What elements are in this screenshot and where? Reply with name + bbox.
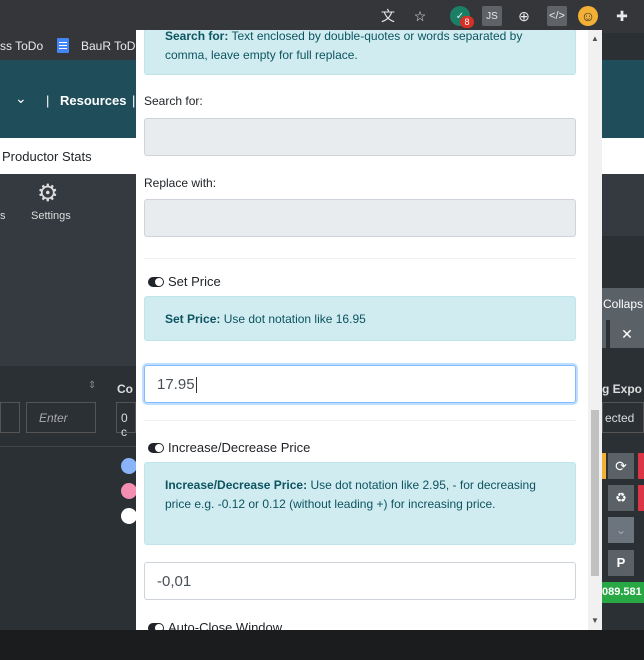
- document-icon: [57, 38, 69, 53]
- set-price-toggle-row[interactable]: Set Price: [148, 274, 221, 289]
- button-edge: [638, 485, 644, 511]
- translate-icon[interactable]: 文: [378, 6, 398, 26]
- replace-input[interactable]: [144, 199, 576, 237]
- page-footer-shadow: [0, 630, 644, 660]
- app-toolbar-right: [602, 174, 644, 236]
- settings-label[interactable]: Settings: [31, 210, 71, 222]
- increase-price-toggle-row[interactable]: Increase/Decrease Price: [148, 440, 310, 455]
- background-app-right: Collaps ✕ g Expo ected ⟳ ♻ ⌄ P 089.581: [602, 33, 644, 660]
- recycle-icon[interactable]: ♻: [608, 485, 634, 511]
- bookmark-item[interactable]: BauR ToDo: [81, 39, 142, 53]
- nav-separator: |: [132, 93, 136, 108]
- toolbar-partial-label: s: [0, 210, 6, 222]
- set-price-value: 17.95: [157, 376, 195, 393]
- code-extension-icon[interactable]: </>: [547, 6, 567, 26]
- column-header: Co: [117, 382, 133, 396]
- app-toolbar: s ⚙ Settings: [0, 174, 136, 236]
- active-extension-icon[interactable]: ☺: [578, 6, 598, 26]
- app-subnav-right: [602, 138, 644, 174]
- set-price-info-text: Use dot notation like 16.95: [220, 312, 366, 326]
- replace-label: Replace with:: [144, 176, 217, 190]
- scroll-up-arrow-icon[interactable]: ▲: [588, 32, 602, 46]
- bookmark-item[interactable]: ss ToDo: [0, 39, 43, 53]
- app-body: ⇕ Co Enter 0 c: [0, 236, 137, 660]
- toggle-switch-icon[interactable]: [148, 442, 164, 453]
- app-subnav: Productor Stats: [0, 138, 136, 174]
- divider: [144, 420, 576, 421]
- toggle-switch-icon[interactable]: [148, 622, 164, 630]
- bookmarks-bar: ss ToDo BauR ToDo: [0, 33, 142, 60]
- filter-select[interactable]: [0, 402, 20, 433]
- chevron-down-icon[interactable]: ⌄: [608, 517, 634, 543]
- auto-close-toggle-label: Auto-Close Window: [168, 620, 283, 630]
- status-dot-blue: [121, 458, 137, 474]
- globe-extension-icon[interactable]: ⊕: [514, 6, 534, 26]
- sort-icon[interactable]: ⇕: [88, 380, 96, 391]
- increase-price-value: -0,01: [157, 573, 192, 590]
- app-navbar-right: [602, 60, 644, 138]
- export-label: g Expo: [602, 382, 643, 396]
- bulk-edit-popup: Search for: Text enclosed by double-quot…: [136, 30, 602, 630]
- app-navbar: ⌄ | Resources |: [0, 60, 136, 138]
- set-price-info-title: Set Price:: [165, 312, 221, 326]
- table-header-area: [0, 236, 136, 366]
- set-price-toggle-label: Set Price: [168, 274, 221, 289]
- nav-resources-link[interactable]: Resources: [60, 93, 126, 108]
- scrollbar-thumb[interactable]: [591, 410, 599, 576]
- scroll-down-arrow-icon[interactable]: ▼: [588, 614, 602, 628]
- puzzle-icon[interactable]: ✚: [612, 6, 632, 26]
- gear-icon[interactable]: ⚙: [37, 182, 59, 206]
- button-edge: [602, 453, 606, 479]
- extension-badge: 8: [460, 16, 474, 28]
- set-price-input[interactable]: 17.95: [144, 365, 576, 403]
- compress-icon[interactable]: ✕: [610, 320, 644, 348]
- value-badge: 089.581: [602, 582, 644, 603]
- selected-dropdown[interactable]: ected: [602, 402, 644, 433]
- search-label: Search for:: [144, 94, 203, 108]
- auto-close-toggle-row[interactable]: Auto-Close Window: [148, 620, 282, 630]
- text-cursor: [195, 377, 197, 394]
- increase-price-input[interactable]: -0,01: [144, 562, 576, 600]
- chevron-down-icon[interactable]: ⌄: [15, 90, 27, 107]
- increase-price-toggle-label: Increase/Decrease Price: [168, 440, 311, 455]
- search-info-alert: Search for: Text enclosed by double-quot…: [144, 30, 576, 75]
- nav-separator: |: [46, 93, 50, 108]
- enter-input[interactable]: Enter: [26, 402, 96, 433]
- status-dot-white: [121, 508, 137, 524]
- increase-price-info-title: Increase/Decrease Price:: [165, 478, 308, 492]
- browser-toolbar: 文 ☆ ✓ 8 JS ⊕ </> ☺ ✚: [0, 0, 644, 33]
- toggle-switch-icon[interactable]: [148, 276, 164, 287]
- refresh-icon[interactable]: ⟳: [608, 453, 634, 479]
- divider: [144, 258, 576, 259]
- bookmark-star-icon[interactable]: ☆: [410, 6, 430, 26]
- search-input[interactable]: [144, 118, 576, 156]
- filter-input[interactable]: 0 c: [116, 402, 136, 439]
- subnav-title[interactable]: Productor Stats: [2, 149, 92, 164]
- status-dot-pink: [121, 483, 137, 499]
- button-edge: [602, 320, 606, 348]
- collapse-button[interactable]: Collaps: [602, 288, 644, 320]
- js-extension-icon[interactable]: JS: [482, 6, 502, 26]
- search-info-title: Search for:: [165, 30, 229, 43]
- row-divider: [0, 446, 136, 447]
- button-edge: [638, 453, 644, 479]
- increase-price-info-alert: Increase/Decrease Price: Use dot notatio…: [144, 462, 576, 545]
- set-price-info-alert: Set Price: Use dot notation like 16.95: [144, 296, 576, 341]
- pinterest-icon[interactable]: P: [608, 550, 634, 576]
